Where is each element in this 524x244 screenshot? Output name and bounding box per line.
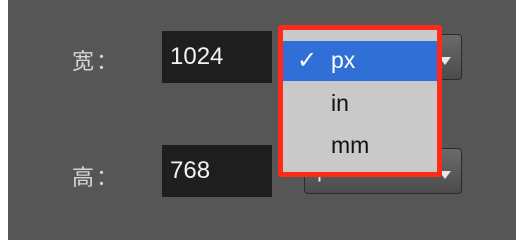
- dimensions-panel: 宽： 1024 高： 768 p ✓ px in mm: [8, 0, 516, 240]
- width-label: 宽：: [72, 50, 121, 75]
- unit-option-label: in: [331, 90, 349, 116]
- checkmark-icon: ✓: [297, 46, 318, 74]
- unit-option-label: mm: [331, 132, 370, 158]
- unit-dropdown-menu: ✓ px in mm: [283, 30, 437, 172]
- unit-option-label: px: [331, 47, 356, 73]
- unit-dropdown-highlight: ✓ px in mm: [278, 25, 442, 177]
- unit-option-mm[interactable]: mm: [283, 126, 437, 166]
- unit-option-in[interactable]: in: [283, 84, 437, 124]
- width-input[interactable]: 1024: [162, 31, 272, 83]
- height-input[interactable]: 768: [162, 145, 272, 197]
- unit-option-px[interactable]: ✓ px: [283, 41, 437, 81]
- height-label: 高：: [72, 166, 121, 191]
